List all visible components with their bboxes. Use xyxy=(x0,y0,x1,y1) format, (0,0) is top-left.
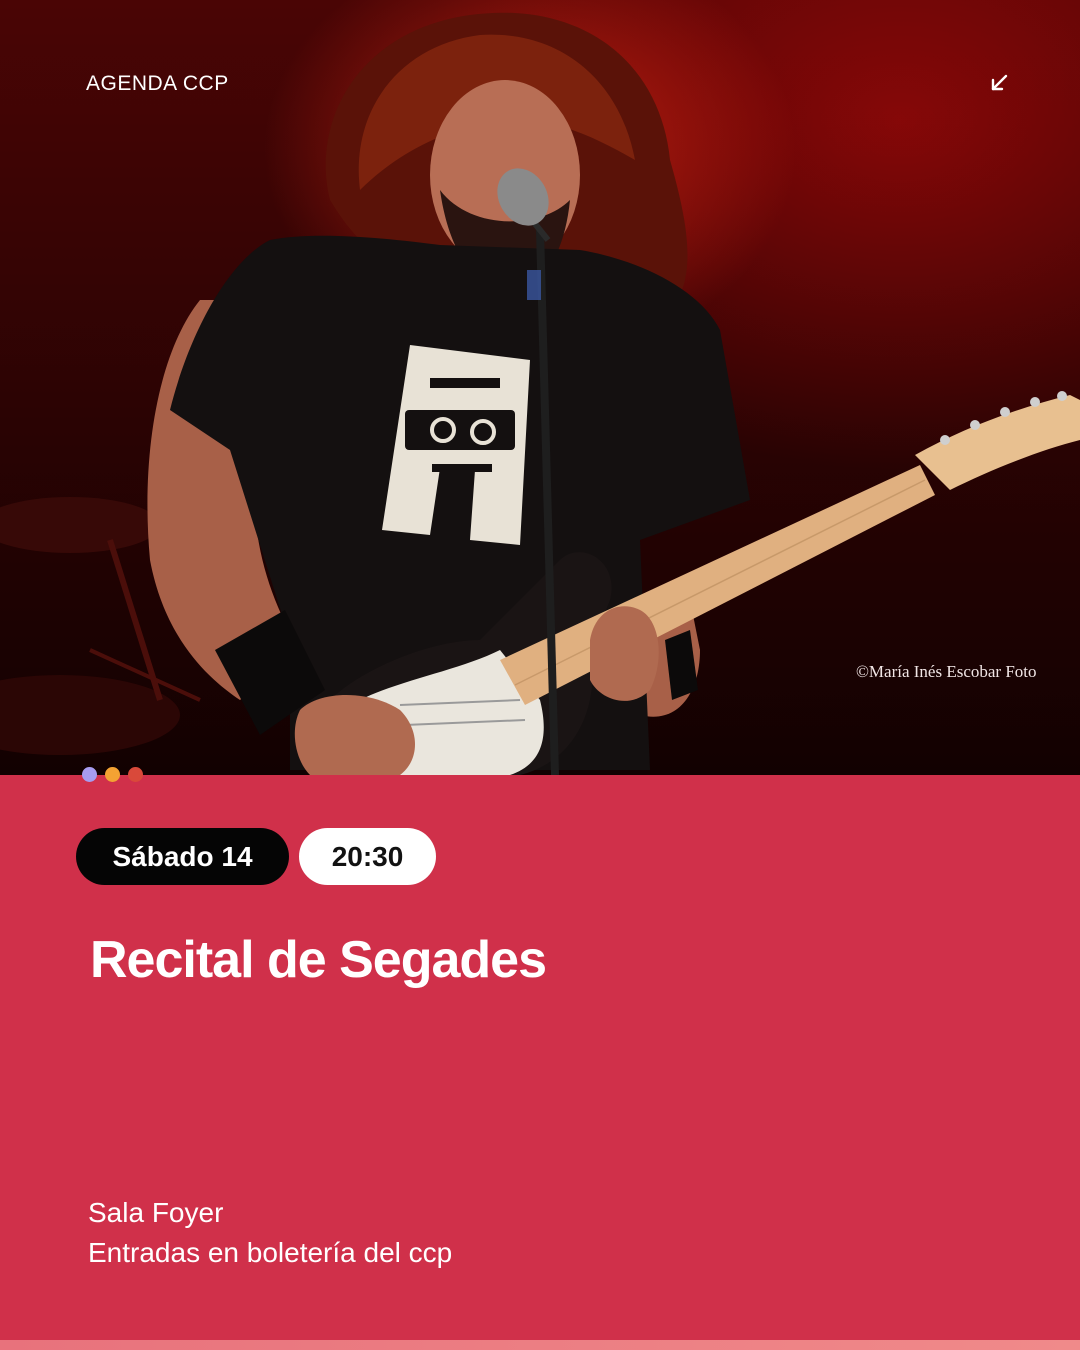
event-day-label: Sábado 14 xyxy=(112,840,253,872)
event-details: Sala Foyer Entradas en boletería del ccp xyxy=(88,1193,452,1273)
bottom-accent-bar xyxy=(0,1340,1080,1350)
photo-credit: ©María Inés Escobar Foto xyxy=(856,662,1037,681)
event-day-badge: Sábado 14 xyxy=(76,828,289,885)
carousel-dot[interactable] xyxy=(82,767,97,782)
event-time-badge: 20:30 xyxy=(299,828,436,885)
carousel-dot[interactable] xyxy=(105,767,120,782)
event-photo: AGENDA CCP ©María Inés Escobar Foto xyxy=(0,0,1080,775)
event-info-panel: Sábado 14 20:30 Recital de Segades Sala … xyxy=(0,775,1080,1340)
event-venue: Sala Foyer xyxy=(88,1197,224,1228)
performer-illustration xyxy=(0,12,1080,775)
event-time-label: 20:30 xyxy=(331,840,404,872)
arrow-down-left-icon[interactable] xyxy=(986,70,1012,96)
carousel-dot[interactable] xyxy=(128,767,143,782)
event-tickets: Entradas en boletería del ccp xyxy=(88,1237,453,1268)
event-title: Recital de Segades xyxy=(90,931,547,989)
brand-label: AGENDA CCP xyxy=(86,72,229,95)
